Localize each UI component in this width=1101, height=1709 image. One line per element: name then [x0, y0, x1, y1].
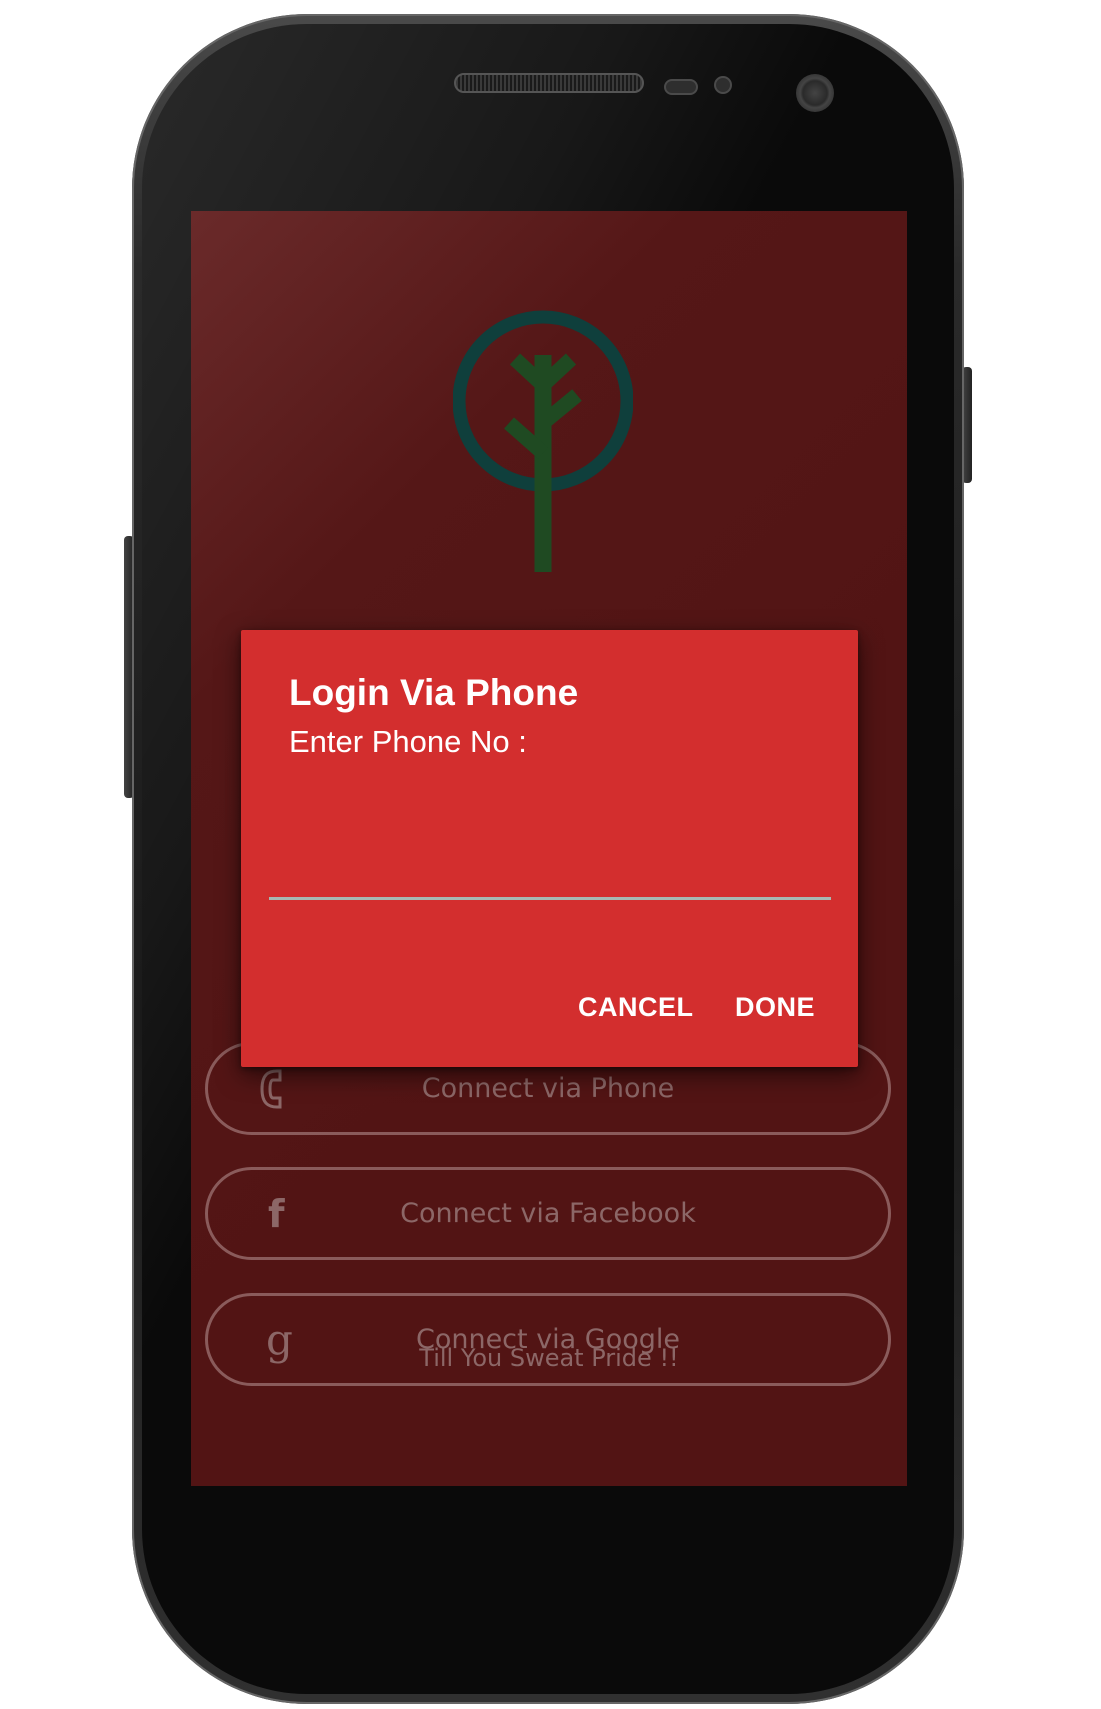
dialog-message: Enter Phone No :	[289, 724, 527, 759]
phone-icon	[258, 1069, 284, 1109]
dialog-title: Login Via Phone	[289, 672, 579, 713]
front-camera	[796, 74, 834, 112]
earpiece-speaker	[454, 73, 644, 93]
device-mockup: Connect via Phone f Connect via Facebook…	[0, 0, 1101, 1709]
facebook-icon: f	[268, 1191, 285, 1236]
cancel-button[interactable]: CANCEL	[578, 992, 694, 1023]
connect-google-button[interactable]: g Connect via Google	[205, 1293, 891, 1386]
connect-facebook-button[interactable]: f Connect via Facebook	[205, 1167, 891, 1260]
phone-number-input[interactable]	[269, 850, 831, 900]
done-button[interactable]: DONE	[735, 992, 815, 1023]
login-phone-dialog: Login Via Phone Enter Phone No : CANCEL …	[241, 630, 858, 1067]
proximity-sensor	[664, 79, 698, 95]
tree-in-circle-logo	[453, 310, 633, 572]
connect-phone-label: Connect via Phone	[421, 1073, 675, 1104]
tagline: Till You Sweat Pride !!	[419, 1344, 679, 1372]
light-sensor	[714, 76, 732, 94]
connect-facebook-label: Connect via Facebook	[400, 1198, 696, 1229]
